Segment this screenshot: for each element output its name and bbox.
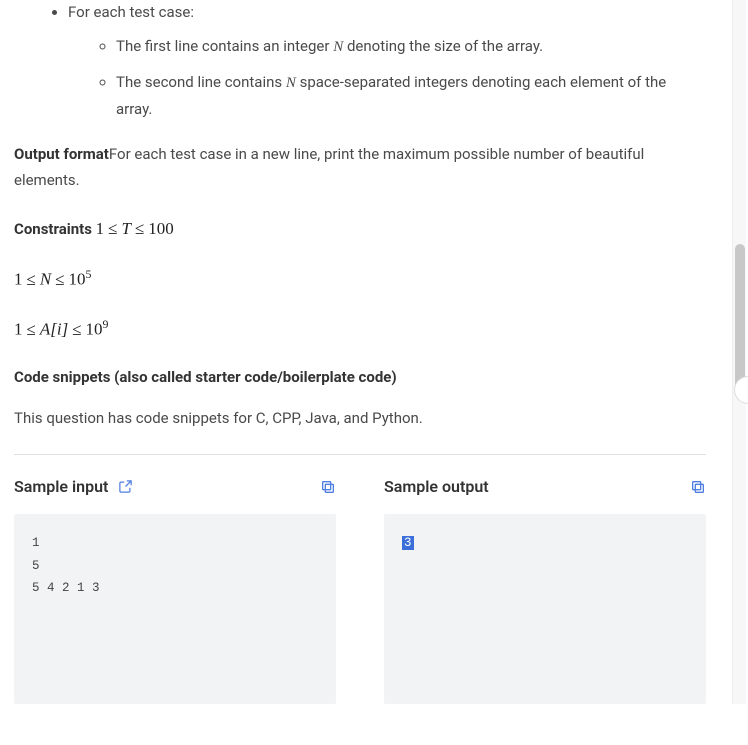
copy-icon[interactable] — [320, 479, 336, 495]
output-format-text: For each test case in a new line, print … — [14, 145, 644, 189]
output-format-label: Output format — [14, 145, 109, 163]
vertical-scrollbar[interactable] — [732, 0, 746, 704]
copy-icon[interactable] — [690, 479, 706, 495]
divider — [14, 454, 706, 455]
sample-input-header: Sample input — [14, 473, 336, 500]
list-text: The first line contains an integer — [116, 37, 333, 55]
sample-input-label: Sample input — [14, 473, 108, 500]
constraint-ai: 1≤A[i]≤109 — [14, 314, 706, 345]
sample-input-box[interactable]: 1 5 5 4 2 1 3 — [14, 514, 336, 704]
input-format-sublist: The first line contains an integer N den… — [68, 34, 706, 123]
input-format-list: For each test case: The first line conta… — [14, 0, 706, 122]
sample-output-title-wrap: Sample output — [384, 473, 489, 500]
sample-output-label: Sample output — [384, 473, 489, 500]
sample-output-box[interactable]: 3 — [384, 514, 706, 704]
constraint-t: 1≤T≤100 — [96, 219, 174, 238]
code-snippets-text: This question has code snippets for C, C… — [14, 406, 706, 432]
sample-input-title-wrap: Sample input — [14, 473, 133, 500]
samples-row: Sample input 1 5 5 4 2 1 3 — [14, 473, 706, 704]
problem-content: For each test case: The first line conta… — [0, 0, 720, 704]
constraint-n: 1≤N≤105 — [14, 264, 706, 295]
scrollbar-thumb[interactable] — [735, 244, 745, 390]
selected-output-text: 3 — [402, 536, 414, 550]
code-snippets-heading: Code snippets (also called starter code/… — [14, 365, 706, 391]
list-text: denoting the size of the array. — [343, 37, 543, 55]
list-item: For each test case: The first line conta… — [68, 0, 706, 122]
list-item: The first line contains an integer N den… — [116, 34, 706, 61]
open-external-icon[interactable] — [118, 479, 133, 494]
constraints-label: Constraints — [14, 220, 92, 238]
sample-input-column: Sample input 1 5 5 4 2 1 3 — [14, 473, 336, 704]
output-format-paragraph: Output formatFor each test case in a new… — [14, 142, 706, 193]
constraints-line-1: Constraints 1≤T≤100 — [14, 215, 706, 244]
sample-output-column: Sample output 3 — [384, 473, 706, 704]
list-text: The second line contains — [116, 73, 286, 91]
list-item: The second line contains N space-separat… — [116, 70, 706, 122]
var-n: N — [333, 39, 343, 55]
list-text: For each test case: — [68, 3, 194, 21]
sample-output-header: Sample output — [384, 473, 706, 500]
var-n: N — [286, 75, 296, 91]
